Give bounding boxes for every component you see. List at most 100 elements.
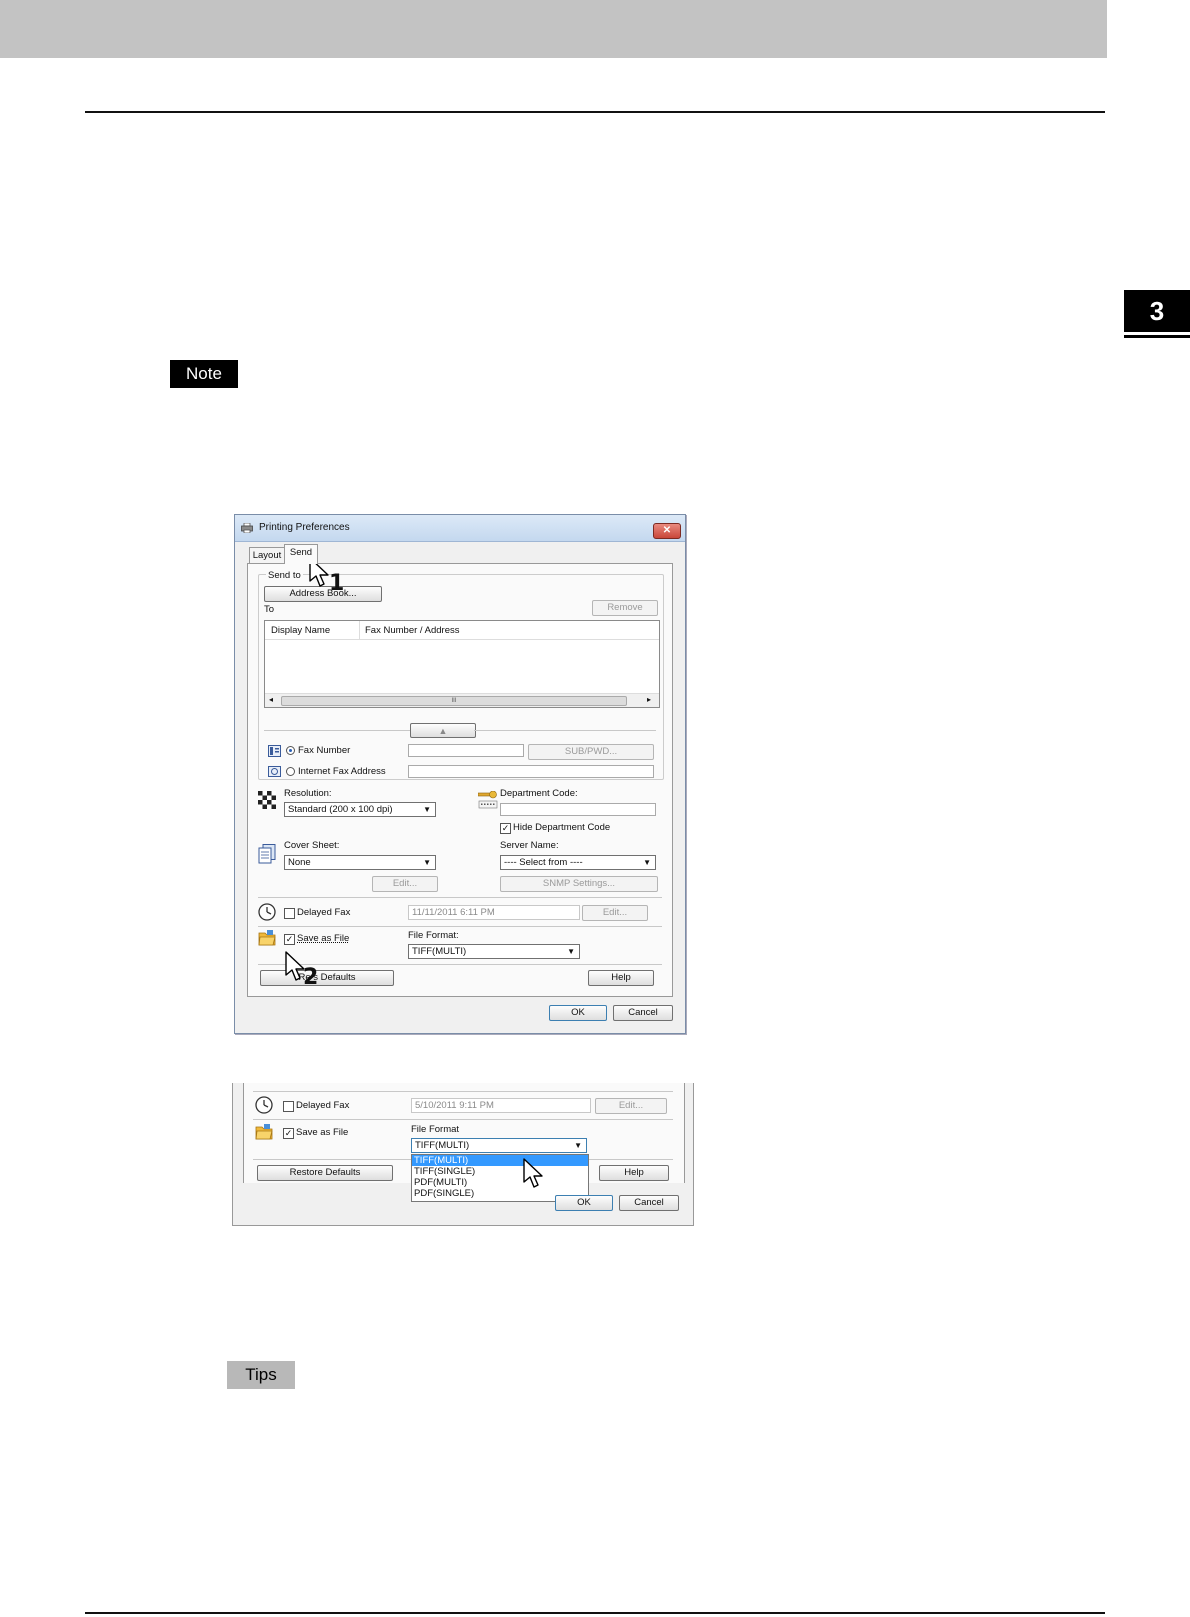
cover-sheet-label: Cover Sheet: bbox=[284, 840, 340, 851]
chevron-down-icon: ▼ bbox=[574, 1141, 582, 1150]
file-format-dropdown-screenshot: Delayed Fax 5/10/2011 9:11 PM Edit... ✓ … bbox=[232, 1083, 694, 1226]
sub-pwd-button[interactable]: SUB/PWD... bbox=[528, 744, 654, 760]
file-format-select[interactable]: TIFF(MULTI) ▼ bbox=[408, 944, 580, 959]
recipient-list[interactable]: Display Name Fax Number / Address ◂ III … bbox=[264, 620, 660, 708]
folder-icon bbox=[258, 930, 276, 946]
dropdown-option[interactable]: TIFF(SINGLE) bbox=[412, 1166, 588, 1177]
fax-number-radio[interactable] bbox=[286, 746, 295, 755]
scroll-right-icon[interactable]: ▸ bbox=[647, 695, 651, 704]
note-label: Note bbox=[170, 360, 238, 388]
cover-sheet-select[interactable]: None ▼ bbox=[284, 855, 436, 870]
resolution-value: Standard (200 x 100 dpi) bbox=[288, 804, 393, 815]
cover-sheet-value: None bbox=[288, 857, 311, 868]
file-format-value: TIFF(MULTI) bbox=[415, 1140, 470, 1151]
ok-button[interactable]: OK bbox=[549, 1005, 607, 1021]
delayed-fax-label: Delayed Fax bbox=[296, 1100, 350, 1111]
internet-fax-icon bbox=[268, 766, 281, 777]
clock-icon bbox=[255, 1096, 273, 1114]
file-format-select[interactable]: TIFF(MULTI) ▼ bbox=[411, 1138, 587, 1153]
printer-icon bbox=[241, 523, 253, 533]
resolution-icon bbox=[258, 791, 276, 809]
chevron-down-icon: ▼ bbox=[423, 858, 431, 867]
delayed-fax-checkbox[interactable] bbox=[283, 1101, 294, 1112]
restore-defaults-button[interactable]: Restore Defaults bbox=[257, 1165, 393, 1181]
resolution-label: Resolution: bbox=[284, 788, 332, 799]
save-as-file-label: Save as File bbox=[297, 933, 350, 944]
add-separator-right bbox=[474, 730, 656, 731]
chevron-down-icon: ▼ bbox=[643, 858, 651, 867]
snmp-settings-button[interactable]: SNMP Settings... bbox=[500, 876, 658, 892]
chapter-tab-underline bbox=[1124, 335, 1190, 338]
fax-number-label: Fax Number bbox=[298, 745, 351, 756]
dialog-title: Printing Preferences bbox=[259, 522, 350, 533]
mouse-pointer-icon bbox=[523, 1158, 543, 1188]
separator bbox=[253, 1119, 673, 1120]
dropdown-option[interactable]: PDF(MULTI) bbox=[412, 1177, 588, 1188]
internet-fax-label: Internet Fax Address bbox=[298, 766, 386, 777]
cancel-button[interactable]: Cancel bbox=[619, 1195, 679, 1211]
tab-layout[interactable]: Layout bbox=[249, 547, 285, 564]
dropdown-option[interactable]: TIFF(MULTI) bbox=[412, 1155, 588, 1166]
chevron-down-icon: ▼ bbox=[567, 947, 575, 956]
file-format-label: File Format bbox=[411, 1124, 460, 1135]
hide-department-code-checkbox[interactable]: ✓ bbox=[500, 823, 511, 834]
delayed-edit-button[interactable]: Edit... bbox=[582, 905, 648, 921]
help-button[interactable]: Help bbox=[599, 1165, 669, 1181]
resolution-select[interactable]: Standard (200 x 100 dpi) ▼ bbox=[284, 802, 436, 817]
file-format-label: File Format: bbox=[408, 930, 459, 941]
cancel-button[interactable]: Cancel bbox=[613, 1005, 673, 1021]
arrow-up-icon: ▲ bbox=[438, 726, 448, 736]
scroll-left-icon[interactable]: ◂ bbox=[269, 695, 273, 704]
internet-fax-input[interactable] bbox=[408, 765, 654, 778]
chevron-down-icon: ▼ bbox=[423, 805, 431, 814]
cover-edit-button[interactable]: Edit... bbox=[372, 876, 438, 892]
cover-sheet-icon bbox=[258, 844, 276, 864]
separator bbox=[253, 1091, 673, 1092]
save-as-file-label: Save as File bbox=[296, 1127, 349, 1138]
header-rule bbox=[85, 111, 1105, 113]
remove-button[interactable]: Remove bbox=[592, 600, 658, 616]
delayed-fax-datetime[interactable]: 11/11/2011 6:11 PM bbox=[408, 905, 580, 920]
delayed-fax-checkbox[interactable] bbox=[284, 908, 295, 919]
step-number-1: 1 bbox=[329, 571, 345, 596]
separator bbox=[258, 897, 662, 898]
add-recipient-button[interactable]: ▲ bbox=[410, 723, 476, 738]
dialog-titlebar: Printing Preferences ✕ bbox=[235, 515, 685, 542]
hide-department-code-label: Hide Department Code bbox=[513, 822, 611, 833]
file-format-value: TIFF(MULTI) bbox=[412, 946, 467, 957]
separator bbox=[258, 964, 662, 965]
department-code-input[interactable] bbox=[500, 803, 656, 816]
column-divider bbox=[359, 621, 360, 639]
delayed-fax-datetime[interactable]: 5/10/2011 9:11 PM bbox=[411, 1098, 591, 1113]
tab-send[interactable]: Send bbox=[284, 544, 318, 564]
footer-rule bbox=[85, 1612, 1105, 1614]
send-to-label: Send to bbox=[266, 570, 303, 581]
server-name-select[interactable]: ---- Select from ---- ▼ bbox=[500, 855, 656, 870]
add-separator-left bbox=[264, 730, 410, 731]
printing-preferences-dialog: Printing Preferences ✕ Layout Send Send … bbox=[234, 514, 686, 1034]
scroll-thumb[interactable]: III bbox=[281, 696, 627, 706]
close-button[interactable]: ✕ bbox=[653, 523, 681, 539]
column-display-name[interactable]: Display Name bbox=[271, 625, 330, 636]
to-label: To bbox=[264, 604, 275, 615]
restore-defaults-button[interactable]: Re s Defaults bbox=[260, 970, 394, 986]
save-as-file-checkbox[interactable]: ✓ bbox=[283, 1128, 294, 1139]
horizontal-scrollbar[interactable]: ◂ III ▸ bbox=[265, 693, 659, 707]
tips-label: Tips bbox=[227, 1361, 295, 1389]
fax-number-input[interactable] bbox=[408, 744, 524, 757]
save-as-file-checkbox[interactable]: ✓ bbox=[284, 934, 295, 945]
separator bbox=[258, 926, 662, 927]
key-icon bbox=[478, 791, 498, 809]
ok-button[interactable]: OK bbox=[555, 1195, 613, 1211]
department-code-label: Department Code: bbox=[500, 788, 578, 799]
server-name-value: ---- Select from ---- bbox=[504, 857, 583, 868]
help-button[interactable]: Help bbox=[588, 970, 654, 986]
column-fax-number[interactable]: Fax Number / Address bbox=[365, 625, 460, 636]
page-header-bar bbox=[0, 0, 1107, 58]
clock-icon bbox=[258, 903, 276, 921]
internet-fax-radio[interactable] bbox=[286, 767, 295, 776]
send-tab-panel: Send to Address Book... To Remove Displa… bbox=[247, 563, 673, 997]
server-name-label: Server Name: bbox=[500, 840, 559, 851]
delayed-edit-button[interactable]: Edit... bbox=[595, 1098, 667, 1114]
folder-icon bbox=[255, 1124, 273, 1140]
